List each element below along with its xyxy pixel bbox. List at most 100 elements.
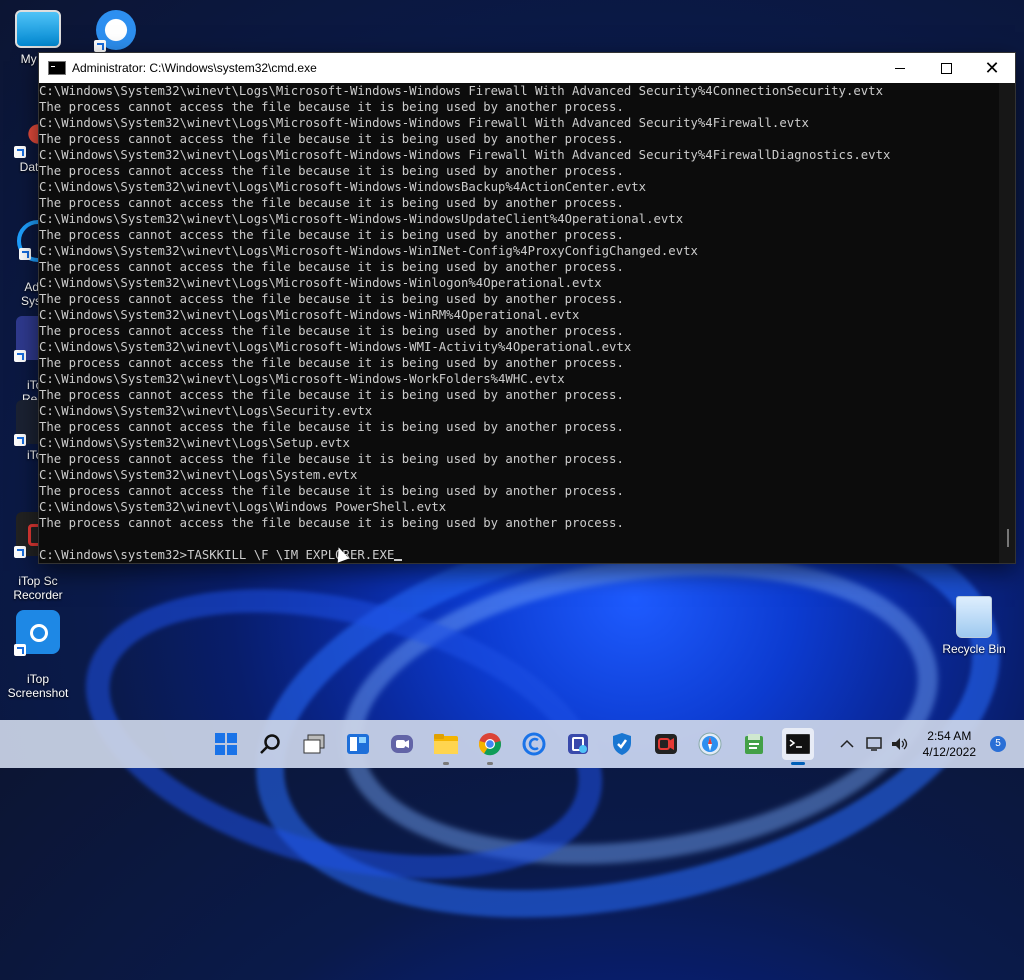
window-titlebar[interactable]: Administrator: C:\Windows\system32\cmd.e… [39,53,1015,83]
console-line: The process cannot access the file becau… [39,356,624,370]
cmd-icon [48,61,66,75]
search-button[interactable] [254,728,286,760]
notepad-icon [745,734,763,754]
cmd-window[interactable]: Administrator: C:\Windows\system32\cmd.e… [39,53,1015,563]
clock-time: 2:54 AM [927,729,972,743]
speaker-icon [892,738,908,750]
console-line: C:\Windows\System32\winevt\Logs\System.e… [39,468,358,482]
console-line: C:\Windows\System32\winevt\Logs\Microsof… [39,180,647,194]
console-line: The process cannot access the file becau… [39,292,624,306]
itop-recorder-button[interactable] [650,728,682,760]
widgets-icon [347,734,369,754]
console-line: C:\Windows\System32\winevt\Logs\Windows … [39,500,447,514]
safari-button[interactable] [694,728,726,760]
camera-icon [14,610,60,656]
console-line: C:\Windows\System32\winevt\Logs\Microsof… [39,84,883,98]
task-view-button[interactable] [298,728,330,760]
security-button[interactable] [606,728,638,760]
console-line: C:\Windows\System32\winevt\Logs\Microsof… [39,340,632,354]
desktop-icon-itop-screenshot[interactable]: iTop Screenshot [0,596,76,714]
chevron-up-icon [840,739,854,748]
chat-button[interactable] [386,728,418,760]
console-line: The process cannot access the file becau… [39,100,624,114]
desktop-icon-recycle-bin[interactable]: Recycle Bin [936,596,1012,656]
file-explorer-button[interactable] [430,728,462,765]
notepad-button[interactable] [738,728,770,760]
close-button[interactable]: ✕ [969,53,1015,83]
shortcut-arrow-icon [14,146,26,158]
window-title: Administrator: C:\Windows\system32\cmd.e… [72,61,317,75]
widgets-button[interactable] [342,728,374,760]
chat-icon [391,735,413,753]
console-output[interactable]: C:\Windows\System32\winevt\Logs\Microsof… [39,83,999,563]
shortcut-arrow-icon [14,434,26,446]
camera-lens-icon [30,624,48,642]
safari-browser-icon [698,732,722,756]
itop-screen-recorder-icon [568,734,588,754]
desktop-icon-label: iTop Screenshot [7,672,69,700]
advanced-systemcare-icon [522,732,546,756]
monitor-icon [15,10,61,48]
itop-recorder-icon [655,734,677,754]
cmd-icon [786,734,810,754]
running-indicator [443,762,449,765]
chrome-icon [478,733,502,756]
itop-screen-recorder-button[interactable] [562,728,594,760]
desktop-icon-label: Recycle Bin [942,642,1006,656]
console-line: The process cannot access the file becau… [39,484,624,498]
console-line: C:\Windows\System32\winevt\Logs\Setup.ev… [39,436,350,450]
console-line: The process cannot access the file becau… [39,228,624,242]
maximize-button[interactable] [923,53,969,83]
console-line: The process cannot access the file becau… [39,196,624,210]
chrome-button[interactable] [474,728,506,765]
compass-icon [94,10,136,52]
network-icon [866,737,882,751]
console-line: C:\Windows\System32\winevt\Logs\Microsof… [39,212,684,226]
shortcut-arrow-icon [14,644,26,656]
console-line: The process cannot access the file becau… [39,452,624,466]
command-prompt-line[interactable]: C:\Windows\system32>TASKKILL \F \IM EXPL… [39,547,999,563]
cmd-taskbar-button[interactable] [782,728,814,765]
shortcut-arrow-icon [19,248,31,260]
start-button[interactable] [210,728,242,760]
desktop-icon-safari[interactable] [78,10,154,54]
console-line: C:\Windows\System32\winevt\Logs\Microsof… [39,148,891,162]
running-indicator [487,762,493,765]
console-line: The process cannot access the file becau… [39,388,624,402]
console-line: The process cannot access the file becau… [39,132,624,146]
console-line: The process cannot access the file becau… [39,516,624,530]
minimize-button[interactable] [877,53,923,83]
task-view-icon [303,734,325,754]
security-shield-icon [613,733,631,755]
console-line: C:\Windows\System32\winevt\Logs\Microsof… [39,372,565,386]
recycle-bin-icon [956,596,992,638]
console-line: C:\Windows\System32\winevt\Logs\Microsof… [39,244,698,258]
show-hidden-icons-button[interactable] [836,720,858,768]
console-line: The process cannot access the file becau… [39,324,624,338]
active-indicator [791,762,805,765]
console-line: The process cannot access the file becau… [39,260,624,274]
start-icon [215,733,237,755]
clock[interactable]: 2:54 AM 4/12/2022 [923,728,976,760]
search-icon [260,734,280,754]
console-line: C:\Windows\System32\winevt\Logs\Security… [39,404,373,418]
shortcut-arrow-icon [14,546,26,558]
notification-badge[interactable]: 5 [990,736,1006,752]
shortcut-arrow-icon [94,40,106,52]
volume-button[interactable] [889,720,911,768]
clock-date: 4/12/2022 [922,745,976,759]
taskbar: 2:54 AM 4/12/2022 5 [0,720,1024,768]
console-line: C:\Windows\System32\winevt\Logs\Microsof… [39,116,809,130]
network-button[interactable] [864,720,886,768]
scrollbar-thumb[interactable] [1007,529,1009,547]
text-cursor [394,559,403,561]
console-line: C:\Windows\System32\winevt\Logs\Microsof… [39,308,580,322]
file-explorer-icon [434,734,458,754]
console-line: The process cannot access the file becau… [39,164,624,178]
wallpaper-swirl [322,519,958,901]
console-line: C:\Windows\System32\winevt\Logs\Microsof… [39,276,602,290]
advanced-systemcare-button[interactable] [518,728,550,760]
shortcut-arrow-icon [14,350,26,362]
vertical-scrollbar[interactable] [999,83,1015,563]
